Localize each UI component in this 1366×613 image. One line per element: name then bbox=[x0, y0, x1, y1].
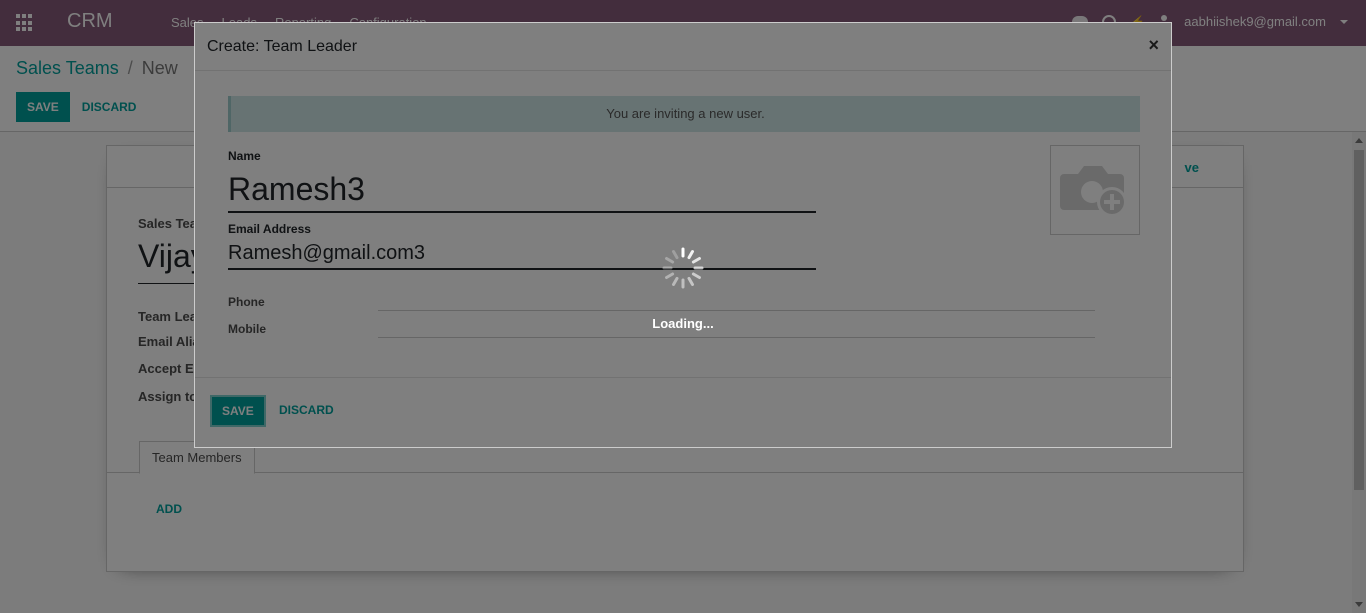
loading-text: Loading... bbox=[652, 316, 714, 331]
loading-dim bbox=[195, 23, 1171, 447]
loading-spinner-icon bbox=[662, 247, 704, 289]
create-team-leader-dialog: Create: Team Leader × You are inviting a… bbox=[194, 22, 1172, 448]
